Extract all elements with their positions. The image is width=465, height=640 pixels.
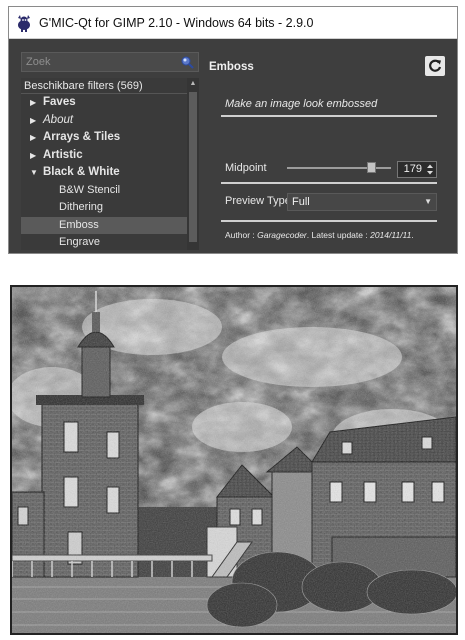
tree-item-artistic[interactable]: ▶ Artistic (21, 147, 199, 165)
filter-tree: Beschikbare filters (569) ▶ Faves ▶ Abou… (21, 78, 199, 250)
tree-item-emboss[interactable]: Emboss (21, 216, 199, 234)
search-box[interactable] (21, 52, 199, 72)
tree-item-label: Dithering (59, 201, 104, 213)
tree-item-label: Faves (43, 96, 76, 108)
spin-arrows-icon[interactable] (425, 163, 435, 176)
tree-item-label: B&W Stencil (59, 183, 121, 196)
refresh-icon[interactable] (425, 56, 445, 76)
midpoint-value: 179 (403, 163, 422, 175)
tree-item-label: Artistic (43, 148, 83, 161)
tree-item-faves[interactable]: ▶ Faves (21, 94, 199, 112)
filter-settings: Emboss Make an image look embossed Midpo… (209, 52, 445, 252)
separator (221, 220, 437, 222)
tree-item-label: Emboss (59, 218, 99, 231)
scrollbar-thumb[interactable] (189, 92, 197, 242)
tree-item-label: Arrays & Tiles (43, 131, 121, 143)
author-name: Garagecoder (257, 230, 307, 240)
image-window (10, 285, 458, 635)
preview-type-value: Full (292, 196, 310, 208)
title-bar: G'MIC-Qt for GIMP 2.10 - Windows 64 bits… (9, 7, 457, 39)
tree-item-engrave[interactable]: Engrave (21, 234, 199, 252)
gmic-icon (18, 14, 30, 32)
tree-item-arrays-tiles[interactable]: ▶ Arrays & Tiles (21, 129, 199, 147)
midpoint-spinbox[interactable]: 179 (397, 161, 437, 178)
search-input[interactable] (26, 56, 166, 68)
tree-scrollbar[interactable]: ▲ (187, 78, 199, 250)
filter-description: Make an image look embossed (225, 98, 378, 110)
tree-item-black-white[interactable]: ▼ Black & White (21, 164, 199, 182)
midpoint-label: Midpoint (225, 162, 267, 174)
tree-item-dithering[interactable]: Dithering (21, 199, 199, 217)
preview-type-label: Preview Type (225, 195, 291, 207)
window-title: G'MIC-Qt for GIMP 2.10 - Windows 64 bits… (39, 15, 314, 30)
filter-title: Emboss (209, 61, 254, 73)
midpoint-slider-handle[interactable] (366, 162, 376, 173)
gmic-dialog: G'MIC-Qt for GIMP 2.10 - Windows 64 bits… (8, 6, 458, 254)
tree-item-about[interactable]: ▶ About (21, 112, 199, 130)
tree-item-label: About (43, 113, 74, 126)
author-info: Author : Garagecoder. Latest update : 20… (225, 230, 414, 240)
embossed-photo (12, 287, 456, 633)
collapse-arrow-icon[interactable]: ▼ (30, 164, 38, 182)
author-suffix: . (411, 230, 414, 240)
expand-arrow-icon[interactable]: ▶ (30, 94, 36, 112)
expand-arrow-icon[interactable]: ▶ (30, 129, 36, 147)
latest-update-value: 2014/11/11 (370, 230, 412, 240)
tree-item-bw-stencil[interactable]: B&W Stencil (21, 182, 199, 200)
tree-item-label: Black & White (43, 166, 120, 178)
filter-browser: Beschikbare filters (569) ▶ Faves ▶ Abou… (21, 52, 199, 252)
scroll-up-icon[interactable]: ▲ (187, 78, 199, 90)
search-icon[interactable] (180, 55, 194, 69)
chevron-down-icon[interactable]: ▼ (424, 194, 432, 210)
expand-arrow-icon[interactable]: ▶ (30, 147, 36, 165)
expand-arrow-icon[interactable]: ▶ (30, 112, 36, 130)
latest-update-prefix: . Latest update : (306, 230, 371, 240)
tree-item-label: Engrave (59, 236, 100, 248)
separator (221, 115, 437, 117)
preview-type-select[interactable]: Full ▼ (287, 193, 437, 211)
filter-tree-header: Beschikbare filters (569) (21, 78, 199, 94)
author-prefix: Author : (225, 230, 258, 240)
separator (221, 182, 437, 184)
reset-button[interactable] (425, 56, 445, 76)
